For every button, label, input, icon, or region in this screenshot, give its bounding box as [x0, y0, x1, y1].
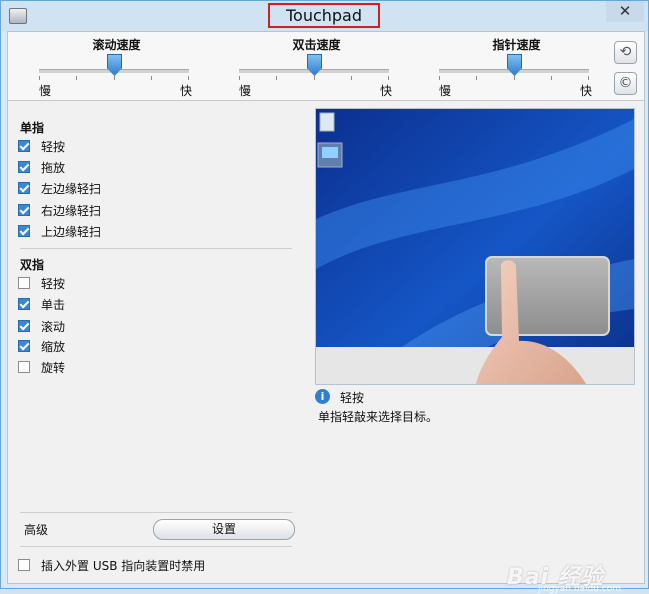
top-divider — [8, 100, 644, 101]
single-tap-label: 轻按 — [41, 140, 66, 154]
left-edge-swipe-checkbox[interactable] — [18, 182, 30, 194]
slider-tick — [188, 76, 189, 80]
tip-title: 轻按 — [340, 391, 365, 405]
client-area: 滚动速度 慢 快 双击速度 慢 快 指针速度 慢 快 ⟲ © 单指 轻按 拖放 … — [7, 31, 645, 594]
touchpad-app-icon[interactable] — [9, 8, 27, 24]
scroll-speed-max-label: 快 — [179, 84, 192, 98]
computer-screen-icon — [322, 147, 338, 158]
slider-tick — [388, 76, 389, 80]
advanced-label: 高级 — [24, 523, 49, 537]
window-title: Touchpad — [285, 6, 363, 25]
two-finger-rotate-label: 旋转 — [41, 361, 66, 375]
slider-tick — [439, 76, 440, 80]
single-finger-title: 单指 — [20, 121, 45, 135]
tip-description: 单指轻敲来选择目标。 — [318, 410, 439, 424]
double-click-speed-slider-group: 双击速度 慢 快 — [239, 32, 394, 100]
pointer-speed-label: 指针速度 — [492, 38, 541, 52]
left-edge-swipe-label: 左边缘轻扫 — [41, 182, 102, 196]
slider-tick — [314, 76, 315, 80]
two-finger-rotate-checkbox[interactable] — [18, 361, 30, 373]
copyright-button[interactable]: © — [614, 72, 637, 95]
preview-illustration — [316, 109, 634, 384]
disable-usb-checkbox[interactable] — [18, 559, 30, 571]
slider-tick — [514, 76, 515, 80]
baidu-watermark-url: jingyan.baidu.com — [538, 584, 622, 594]
two-finger-tap-checkbox[interactable] — [18, 277, 30, 289]
copyright-icon: © — [618, 75, 633, 91]
bottom-divider — [20, 546, 292, 547]
scroll-speed-slider-group: 滚动速度 慢 快 — [39, 32, 194, 100]
top-edge-swipe-label: 上边缘轻扫 — [41, 225, 102, 239]
slider-tick — [39, 76, 40, 80]
slider-tick — [114, 76, 115, 80]
gesture-preview-image — [315, 108, 635, 385]
slider-tick — [151, 76, 152, 80]
double-click-speed-label: 双击速度 — [292, 38, 341, 52]
slider-tick — [476, 76, 477, 80]
settings-button[interactable]: 设置 — [153, 519, 295, 540]
close-button[interactable]: ✕ — [606, 1, 644, 22]
drag-drop-label: 拖放 — [41, 161, 66, 175]
title-highlight-box: Touchpad — [268, 3, 380, 28]
info-icon: i — [315, 389, 330, 404]
pointer-speed-max-label: 快 — [579, 84, 592, 98]
slider-tick — [239, 76, 240, 80]
section-divider — [20, 248, 292, 249]
reset-icon: ⟲ — [619, 44, 632, 60]
two-finger-tap-label: 轻按 — [41, 277, 66, 291]
two-finger-scroll-label: 滚动 — [41, 320, 66, 334]
top-edge-swipe-checkbox[interactable] — [18, 225, 30, 237]
double-click-speed-max-label: 快 — [379, 84, 392, 98]
speed-slider-strip: 滚动速度 慢 快 双击速度 慢 快 指针速度 慢 快 ⟲ © — [8, 32, 644, 100]
close-icon: ✕ — [618, 2, 632, 20]
scroll-speed-min-label: 慢 — [39, 84, 52, 98]
two-finger-click-checkbox[interactable] — [18, 298, 30, 310]
two-finger-click-label: 单击 — [41, 298, 66, 312]
two-finger-title: 双指 — [20, 258, 45, 272]
slider-tick — [551, 76, 552, 80]
single-tap-checkbox[interactable] — [18, 140, 30, 152]
slider-tick — [276, 76, 277, 80]
title-bar[interactable]: Touchpad ✕ — [1, 1, 648, 31]
disable-usb-label: 插入外置 USB 指向装置时禁用 — [41, 559, 206, 573]
pointer-speed-min-label: 慢 — [439, 84, 452, 98]
touchpad-window: Touchpad ✕ 滚动速度 慢 快 双击速度 慢 快 指针速度 慢 快 ⟲ … — [0, 0, 649, 594]
reset-button[interactable]: ⟲ — [614, 41, 637, 64]
recycle-bin-icon — [319, 112, 335, 132]
drag-drop-checkbox[interactable] — [18, 161, 30, 173]
two-finger-zoom-label: 缩放 — [41, 340, 66, 354]
pointer-speed-slider-group: 指针速度 慢 快 — [439, 32, 594, 100]
slider-tick — [76, 76, 77, 80]
slider-tick — [588, 76, 589, 80]
double-click-speed-min-label: 慢 — [239, 84, 252, 98]
right-edge-swipe-label: 右边缘轻扫 — [41, 204, 102, 218]
slider-tick — [351, 76, 352, 80]
scroll-speed-label: 滚动速度 — [92, 38, 141, 52]
desk-surface — [316, 347, 634, 384]
two-finger-zoom-checkbox[interactable] — [18, 340, 30, 352]
advanced-divider — [20, 512, 292, 513]
right-edge-swipe-checkbox[interactable] — [18, 204, 30, 216]
two-finger-scroll-checkbox[interactable] — [18, 320, 30, 332]
